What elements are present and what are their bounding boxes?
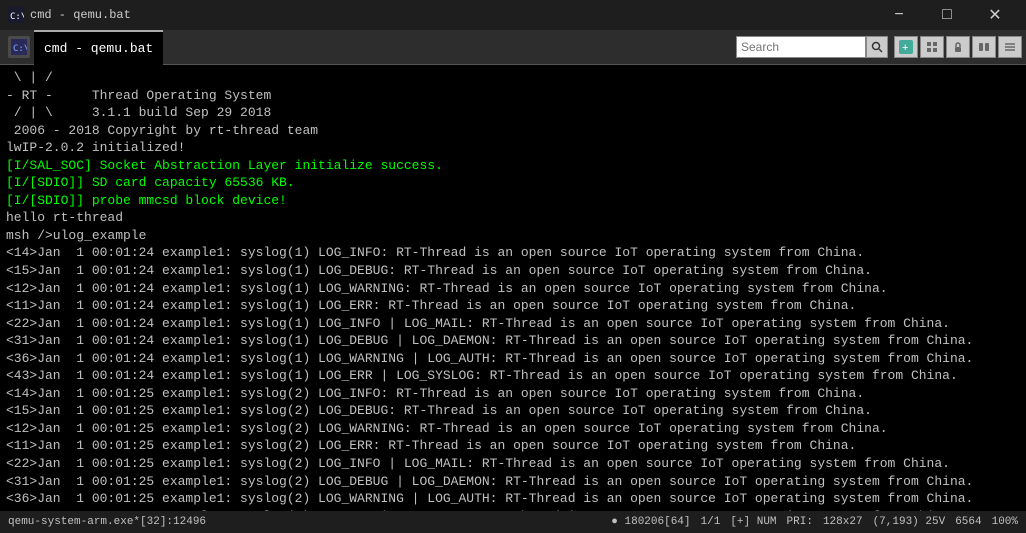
terminal-line: <22>Jan 1 00:01:25 example1: syslog(2) L…: [6, 455, 1020, 473]
terminal-line: <15>Jan 1 00:01:24 example1: syslog(1) L…: [6, 262, 1020, 280]
toolbar-icons: +: [894, 36, 1022, 58]
panels-button[interactable]: [972, 36, 996, 58]
svg-text:C:\: C:\: [10, 12, 24, 22]
status-page: 1/1: [701, 516, 721, 528]
svg-text:+: +: [902, 42, 908, 54]
panels-icon: [977, 40, 991, 54]
status-position: (7,193) 25V: [873, 516, 946, 528]
status-mode: PRI:: [787, 516, 813, 528]
options-button[interactable]: +: [894, 36, 918, 58]
minimize-button[interactable]: −: [876, 0, 922, 30]
tab-icon: C:\: [8, 36, 30, 58]
terminal-line: <11>Jan 1 00:01:25 example1: syslog(2) L…: [6, 437, 1020, 455]
search-input[interactable]: [736, 36, 866, 58]
window-controls: − □ ✕: [876, 0, 1018, 30]
terminal-line: <31>Jan 1 00:01:24 example1: syslog(1) L…: [6, 332, 1020, 350]
active-tab[interactable]: cmd - qemu.bat: [34, 30, 163, 65]
status-bar: qemu-system-arm.exe*[32]:12496 ● 180206[…: [0, 511, 1026, 533]
terminal-line: <36>Jan 1 00:01:25 example1: syslog(2) L…: [6, 490, 1020, 508]
terminal-line: [I/SAL_SOC] Socket Abstraction Layer ini…: [6, 157, 1020, 175]
terminal-line: [I/[SDIO]] probe mmcsd block device!: [6, 192, 1020, 210]
add-icon: +: [899, 40, 913, 54]
status-zoom: 100%: [992, 516, 1018, 528]
search-icon: [871, 41, 883, 53]
terminal-line: [I/[SDIO]] SD card capacity 65536 KB.: [6, 174, 1020, 192]
window-title: cmd - qemu.bat: [30, 8, 876, 22]
view-button[interactable]: [920, 36, 944, 58]
terminal-line: <43>Jan 1 00:01:24 example1: syslog(1) L…: [6, 367, 1020, 385]
status-size: 128x27: [823, 516, 863, 528]
menu-button[interactable]: [998, 36, 1022, 58]
status-count: 6564: [955, 516, 981, 528]
terminal-line: / | \ 3.1.1 build Sep 29 2018: [6, 104, 1020, 122]
grid-icon: [925, 40, 939, 54]
hamburger-icon: [1003, 40, 1017, 54]
terminal-line: <36>Jan 1 00:01:24 example1: syslog(1) L…: [6, 350, 1020, 368]
terminal-line: <15>Jan 1 00:01:25 example1: syslog(2) L…: [6, 402, 1020, 420]
lock-button[interactable]: [946, 36, 970, 58]
svg-text:C:\: C:\: [13, 44, 27, 54]
terminal-line: <22>Jan 1 00:01:24 example1: syslog(1) L…: [6, 315, 1020, 333]
status-coords: ● 180206[64]: [611, 516, 690, 528]
close-button[interactable]: ✕: [972, 0, 1018, 30]
terminal-line: msh />ulog_example: [6, 227, 1020, 245]
terminal-line: \ | /: [6, 69, 1020, 87]
terminal-line: lwIP-2.0.2 initialized!: [6, 139, 1020, 157]
terminal-line: <14>Jan 1 00:01:24 example1: syslog(1) L…: [6, 244, 1020, 262]
title-bar: C:\ cmd - qemu.bat − □ ✕: [0, 0, 1026, 30]
maximize-button[interactable]: □: [924, 0, 970, 30]
window-icon: C:\: [8, 7, 24, 23]
terminal-line: <31>Jan 1 00:01:25 example1: syslog(2) L…: [6, 473, 1020, 491]
terminal-line: <12>Jan 1 00:01:25 example1: syslog(2) L…: [6, 420, 1020, 438]
terminal-line: <12>Jan 1 00:01:24 example1: syslog(1) L…: [6, 280, 1020, 298]
lock-icon: [951, 40, 965, 54]
terminal: \ | /- RT - Thread Operating System / | …: [0, 65, 1026, 511]
terminal-line: <14>Jan 1 00:01:25 example1: syslog(2) L…: [6, 385, 1020, 403]
status-process: qemu-system-arm.exe*[32]:12496: [8, 516, 206, 528]
tab-bar: C:\ cmd - qemu.bat +: [0, 30, 1026, 65]
search-button[interactable]: [866, 36, 888, 58]
terminal-line: <43>Jan 1 00:01:25 example1: syslog(2) L…: [6, 508, 1020, 511]
search-box: [736, 36, 888, 58]
status-right: ● 180206[64] 1/1 [+] NUM PRI: 128x27 (7,…: [611, 516, 1018, 528]
terminal-line: <11>Jan 1 00:01:24 example1: syslog(1) L…: [6, 297, 1020, 315]
status-insert: [+] NUM: [730, 516, 776, 528]
terminal-line: 2006 - 2018 Copyright by rt-thread team: [6, 122, 1020, 140]
terminal-line: hello rt-thread: [6, 209, 1020, 227]
terminal-line: - RT - Thread Operating System: [6, 87, 1020, 105]
